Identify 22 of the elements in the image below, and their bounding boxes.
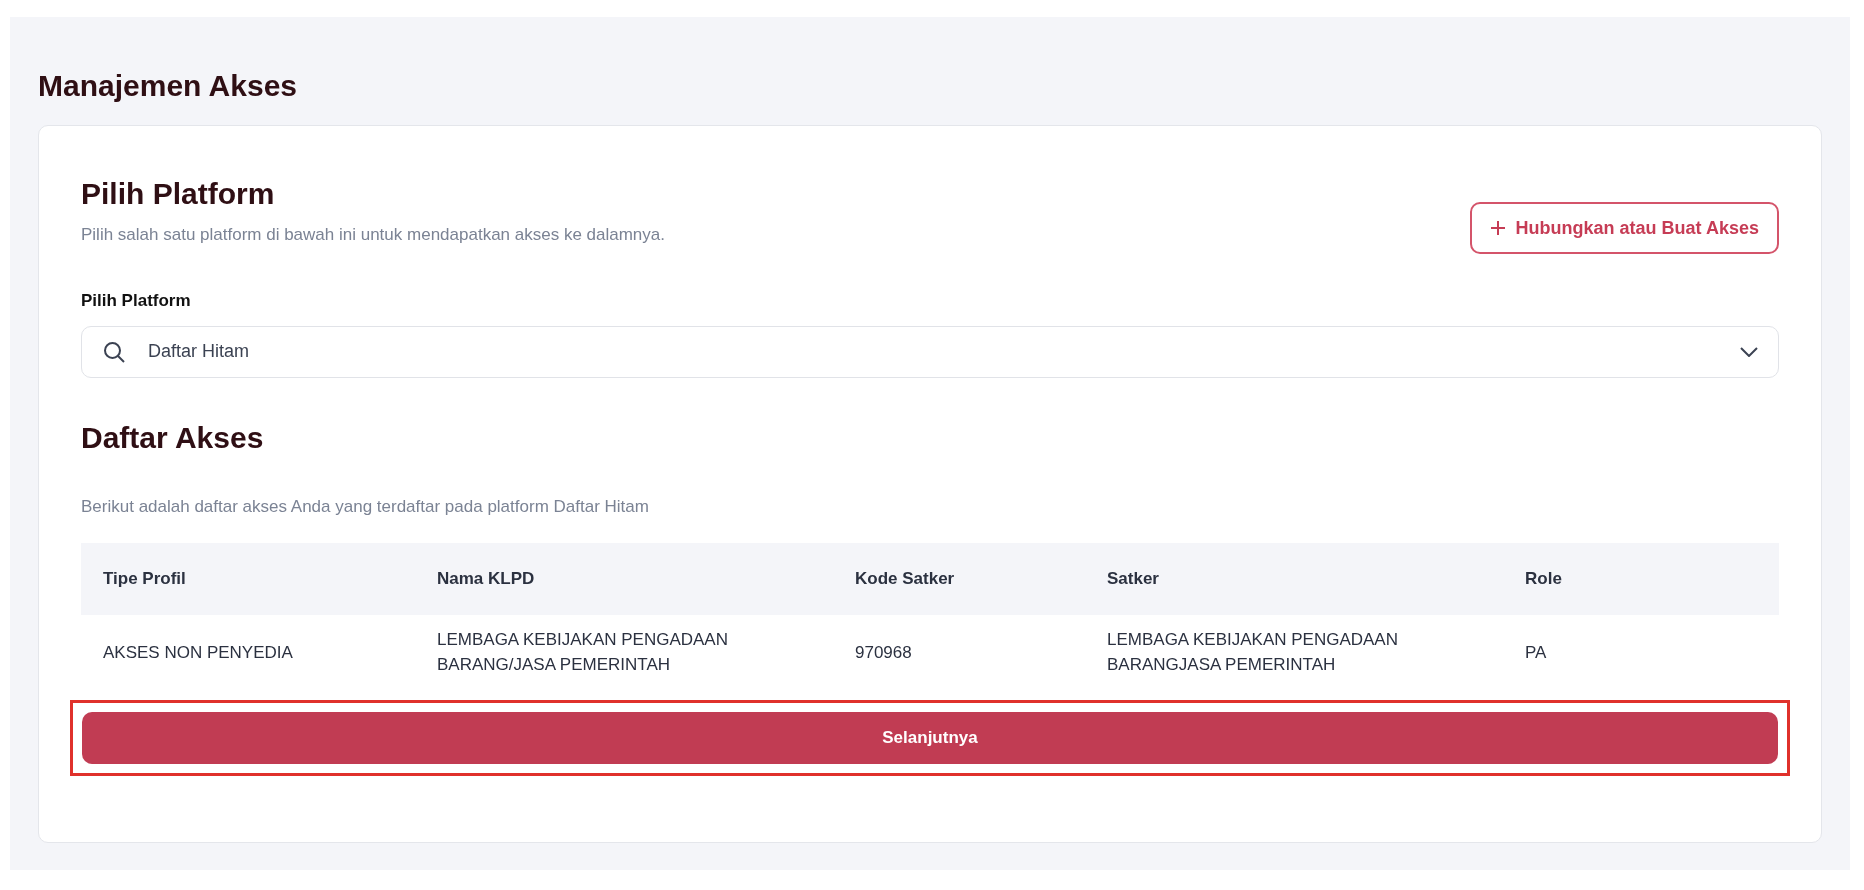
table-cell: LEMBAGA KEBIJAKAN PENGADAAN BARANG/JASA PEMERINTAH [437,630,728,674]
table-cell: 970968 [855,642,912,662]
column-header: Tipe Profil [103,568,187,591]
column-header: Role [1525,568,1563,591]
section-description: Berikut adalah daftar akses Anda yang terdaftar pada platform Daftar Hitam [81,495,650,518]
column-header: Kode Satker [855,568,956,591]
table-cell: PA [1525,642,1547,662]
next-button[interactable]: Selanjutnya [82,712,1778,764]
table-cell: LEMBAGA KEBIJAKAN PENGADAAN BARANGJASA PEMERINTAH [1107,630,1398,674]
section-description: Pilih salah satu platform di bawah ini untuk mendapatkan akses ke dalamnya. [81,224,665,246]
column-header: Satker [1107,568,1160,591]
page-title: Manajemen Akses [38,68,298,104]
section-title: Pilih Platform [81,176,276,212]
table-cell: AKSES NON PENYEDIA [103,642,293,662]
section-title: Daftar Akses [81,419,265,456]
search-icon [102,339,126,364]
connect-button[interactable]: Hubungkan atau Buat Akses [1469,202,1779,254]
field-label: Pilih Platform [81,290,192,312]
column-header: Nama KLPD [437,568,536,591]
chevron-down-icon [1740,346,1758,357]
platform-select[interactable]: Daftar Hitam [81,325,1779,378]
plus-icon [1489,220,1506,236]
